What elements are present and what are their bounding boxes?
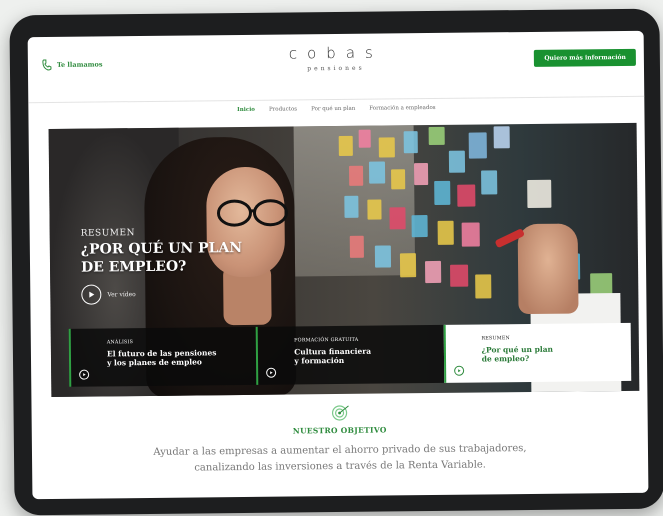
play-icon[interactable]: [453, 365, 464, 376]
play-icon: [81, 284, 102, 305]
play-icon[interactable]: [266, 367, 277, 378]
hero-title-line-1: ¿POR QUÉ UN PLAN: [80, 239, 243, 258]
card-title: El futuro de las pensiones y los planes …: [107, 348, 243, 367]
main-nav: Inicio Productos Por qué un plan Formaci…: [28, 103, 644, 115]
card-title: ¿Por qué un plan de empleo?: [481, 344, 618, 364]
watch-video-link[interactable]: Ver vídeo: [81, 283, 242, 305]
card-analisis[interactable]: ANÁLISIS El futuro de las pensiones y lo…: [68, 326, 257, 387]
watch-video-label: Ver vídeo: [107, 290, 136, 298]
card-title: Cultura financiera y formación: [294, 346, 430, 366]
card-kicker: ANÁLISIS: [106, 340, 134, 346]
play-icon[interactable]: [79, 369, 90, 380]
card-kicker: RESUMEN: [481, 336, 510, 342]
objective-section: NUESTRO OBJETIVO Ayudar a las empresas a…: [32, 401, 649, 478]
hero-kicker: RESUMEN: [80, 228, 136, 239]
nav-item-formacion[interactable]: Formación a empleados: [369, 105, 435, 112]
hero-banner: RESUMEN ¿POR QUÉ UN PLAN DE EMPLEO? Ver …: [48, 122, 640, 397]
hero-title: ¿POR QUÉ UN PLAN DE EMPLEO?: [81, 239, 243, 277]
card-formacion[interactable]: FORMACIÓN GRATUITA Cultura financiera y …: [256, 324, 444, 385]
hero-text-block: RESUMEN ¿POR QUÉ UN PLAN DE EMPLEO? Ver …: [81, 227, 243, 305]
feature-cards: ANÁLISIS El futuro de las pensiones y lo…: [68, 322, 632, 387]
nav-item-inicio[interactable]: Inicio: [237, 107, 255, 113]
card-title-line-2: y los planes de empleo: [106, 357, 202, 368]
nav-item-por-que-un-plan[interactable]: Por qué un plan: [311, 106, 355, 112]
card-kicker: FORMACIÓN GRATUITA: [294, 337, 359, 344]
card-title-line-2: de empleo?: [481, 353, 530, 364]
card-resumen[interactable]: RESUMEN ¿Por qué un plan de empleo?: [443, 322, 632, 383]
more-info-button[interactable]: Quiero más información: [534, 48, 636, 67]
hero-hand: [517, 223, 579, 315]
target-icon: [328, 404, 350, 422]
nav-item-productos[interactable]: Productos: [269, 106, 297, 112]
site-header: Te llamamos cobas pensiones Quiero más i…: [27, 30, 645, 104]
glasses-icon: [214, 198, 304, 227]
tablet-frame: Te llamamos cobas pensiones Quiero más i…: [9, 8, 663, 516]
card-title-line-2: y formación: [294, 355, 345, 366]
objective-text: Ayudar a las empresas a aumentar el ahor…: [32, 440, 648, 478]
tablet-screen: Te llamamos cobas pensiones Quiero más i…: [27, 30, 649, 500]
objective-title: NUESTRO OBJETIVO: [292, 425, 387, 436]
hero-title-line-2: DE EMPLEO?: [80, 258, 187, 276]
